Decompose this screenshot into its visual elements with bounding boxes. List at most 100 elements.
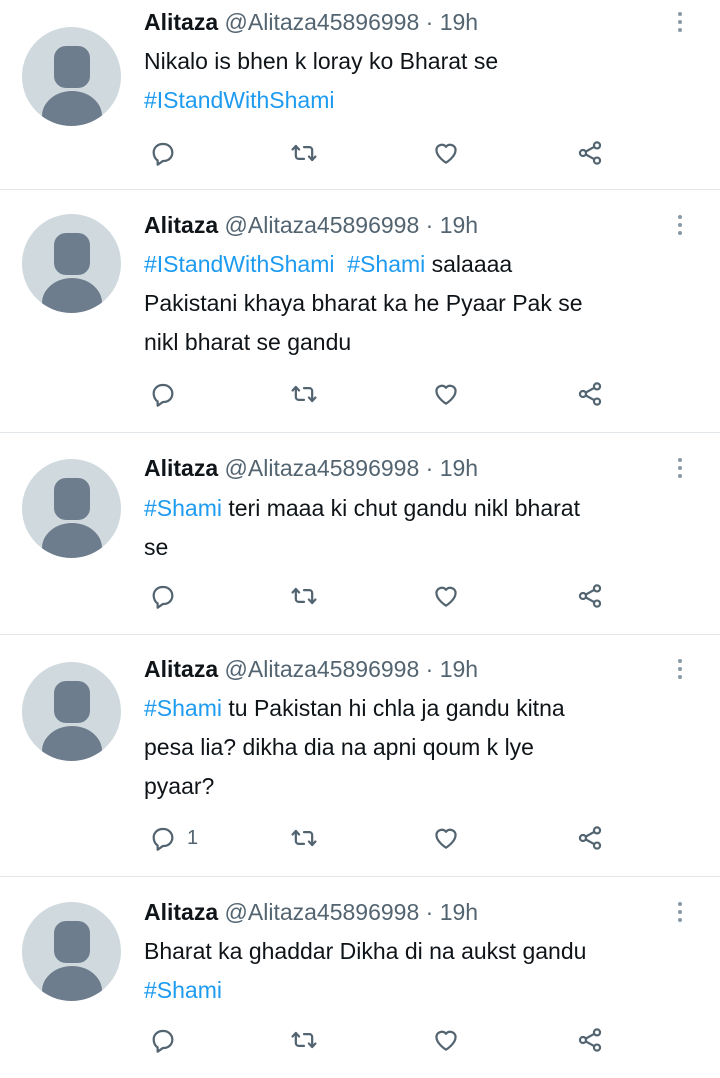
hashtag-link[interactable]: #IStandWithShami [144, 251, 334, 277]
retweet-button[interactable] [290, 581, 318, 611]
tweet-text-segment: Nikalo is bhen k loray ko Bharat se [144, 48, 499, 74]
like-icon [432, 380, 460, 408]
like-button[interactable] [432, 581, 460, 611]
tweet-text-segment: Pakistani khaya bharat ka he Pyaar Pak s… [144, 290, 583, 316]
reply-icon [149, 139, 177, 167]
author-handle[interactable]: @Alitaza45896998 [225, 9, 420, 35]
timestamp[interactable]: 19h [440, 899, 478, 925]
tweet-text-line: nikl bharat se gandu [144, 323, 689, 362]
more-icon[interactable] [668, 7, 692, 37]
more-dot [678, 215, 682, 219]
tweet-text-segment: teri maaa ki chut gandu nikl bharat [221, 495, 580, 521]
timestamp[interactable]: 19h [440, 455, 478, 481]
hashtag-link[interactable]: #Shami [144, 977, 222, 1003]
share-icon [576, 139, 604, 167]
tweet-text-line: Bharat ka ghaddar Dikha di na aukst gand… [144, 932, 689, 971]
tweet-text: Bharat ka ghaddar Dikha di na aukst gand… [144, 932, 689, 1010]
share-button[interactable] [576, 379, 604, 409]
author-name[interactable]: Alitaza [144, 212, 218, 238]
tweet-text-line: pesa lia? dikha dia na apni qoum k lye [144, 728, 689, 767]
action-bar [0, 581, 720, 611]
avatar-head [54, 46, 90, 88]
avatar[interactable] [22, 27, 121, 126]
reply-button[interactable] [149, 379, 187, 409]
share-button[interactable] [576, 581, 604, 611]
tweet-text-line: se [144, 528, 689, 567]
more-icon[interactable] [668, 897, 692, 927]
author-name[interactable]: Alitaza [144, 455, 218, 481]
tweet-text-segment: se [144, 534, 169, 560]
separator-dot: · [425, 9, 434, 35]
separator-dot: · [425, 455, 434, 481]
author-handle[interactable]: @Alitaza45896998 [225, 656, 420, 682]
author-handle[interactable]: @Alitaza45896998 [225, 212, 420, 238]
like-icon [432, 582, 460, 610]
retweet-button[interactable] [290, 138, 318, 168]
like-button[interactable] [432, 138, 460, 168]
author-name[interactable]: Alitaza [144, 9, 218, 35]
retweet-button[interactable] [290, 1025, 318, 1055]
tweet-text-line: #IStandWithShami #Shami salaaaa [144, 245, 689, 284]
more-icon[interactable] [668, 210, 692, 240]
more-dot [678, 458, 682, 462]
hashtag-link[interactable]: #Shami [144, 695, 222, 721]
more-dot [678, 918, 682, 922]
share-icon [576, 824, 604, 852]
reply-button[interactable] [149, 581, 187, 611]
retweet-icon [290, 582, 318, 610]
share-button[interactable] [576, 823, 604, 853]
tweet[interactable]: Alitaza @Alitaza45896998 · 19h Bharat ka … [0, 877, 720, 1078]
avatar[interactable] [22, 902, 121, 1001]
action-bar [0, 138, 720, 168]
tweet[interactable]: Alitaza @Alitaza45896998 · 19h #IStandWit… [0, 190, 720, 433]
like-button[interactable] [432, 823, 460, 853]
avatar[interactable] [22, 662, 121, 761]
tweet[interactable]: Alitaza @Alitaza45896998 · 19h #Shami ter… [0, 433, 720, 635]
timestamp[interactable]: 19h [440, 9, 478, 35]
avatar-head [54, 681, 90, 723]
avatar-shoulders [42, 278, 102, 313]
more-icon[interactable] [668, 453, 692, 483]
action-bar: 1 [0, 823, 720, 853]
author-name[interactable]: Alitaza [144, 899, 218, 925]
like-button[interactable] [432, 1025, 460, 1055]
avatar-head [54, 233, 90, 275]
reply-button[interactable] [149, 1025, 187, 1055]
hashtag-link[interactable]: #Shami [144, 495, 222, 521]
more-dot [678, 12, 682, 16]
avatar-shoulders [42, 726, 102, 761]
reply-icon [149, 380, 177, 408]
author-handle[interactable]: @Alitaza45896998 [225, 455, 420, 481]
tweet[interactable]: Alitaza @Alitaza45896998 · 19h Nikalo is … [0, 0, 720, 190]
author-name[interactable]: Alitaza [144, 656, 218, 682]
timestamp[interactable]: 19h [440, 656, 478, 682]
separator-dot: · [425, 899, 434, 925]
action-bar [0, 379, 720, 409]
avatar-head [54, 478, 90, 520]
like-icon [432, 139, 460, 167]
avatar-shoulders [42, 966, 102, 1001]
more-icon[interactable] [668, 654, 692, 684]
reply-button[interactable]: 1 [149, 823, 198, 853]
avatar[interactable] [22, 214, 121, 313]
tweet-text-segment: Bharat ka ghaddar Dikha di na aukst gand… [144, 938, 587, 964]
separator-dot: · [425, 212, 434, 238]
more-dot [678, 910, 682, 914]
tweet-text-line: pyaar? [144, 767, 689, 806]
tweet-text-line: #IStandWithShami [144, 81, 689, 120]
reply-button[interactable] [149, 138, 187, 168]
retweet-button[interactable] [290, 823, 318, 853]
hashtag-link[interactable]: #Shami [347, 251, 425, 277]
timestamp[interactable]: 19h [440, 212, 478, 238]
retweet-button[interactable] [290, 379, 318, 409]
share-button[interactable] [576, 1025, 604, 1055]
more-dot [678, 474, 682, 478]
tweet-text: #IStandWithShami #Shami salaaaa Pakistani… [144, 245, 689, 362]
share-button[interactable] [576, 138, 604, 168]
share-icon [576, 582, 604, 610]
avatar[interactable] [22, 459, 121, 558]
hashtag-link[interactable]: #IStandWithShami [144, 87, 334, 113]
tweet[interactable]: Alitaza @Alitaza45896998 · 19h #Shami tu … [0, 635, 720, 877]
author-handle[interactable]: @Alitaza45896998 [225, 899, 420, 925]
like-button[interactable] [432, 379, 460, 409]
